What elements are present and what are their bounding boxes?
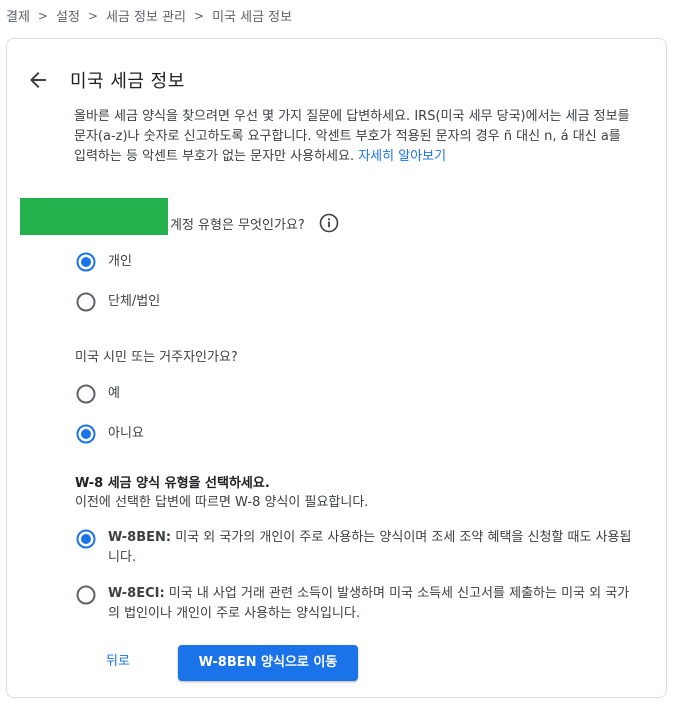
radio-label: 개인: [108, 254, 132, 269]
w8-form-subtitle: 이전에 선택한 답변에 따르면 W-8 양식이 필요합니다.: [75, 495, 369, 510]
breadcrumb-separator: >: [37, 8, 48, 23]
radio-unselected-icon[interactable]: [76, 585, 96, 605]
radio-label: 아니요: [108, 426, 144, 441]
radio-option-individual[interactable]: 개인: [76, 252, 132, 272]
breadcrumb-item-settings[interactable]: 설정: [56, 6, 80, 25]
form-code: W-8ECI:: [108, 586, 165, 601]
form-description: 미국 내 사업 거래 관련 소득이 발생하며 미국 소득세 신고서를 제출하는 …: [108, 586, 630, 621]
intro-text: 올바른 세금 양식을 찾으려면 우선 몇 가지 질문에 답변하세요. IRS(미…: [74, 107, 634, 167]
radio-selected-icon[interactable]: [76, 529, 96, 549]
breadcrumb-item-tax-info[interactable]: 세금 정보 관리: [106, 6, 186, 25]
back-button[interactable]: 뒤로: [92, 645, 144, 679]
breadcrumb-separator: >: [87, 8, 98, 23]
form-code: W-8BEN:: [108, 530, 172, 545]
radio-label: 단체/법인: [108, 294, 161, 309]
page-title: 미국 세금 정보: [70, 71, 185, 92]
account-type-question: 계정 유형은 무엇인가요?: [170, 213, 339, 233]
us-person-question: 미국 시민 또는 거주자인가요?: [75, 350, 238, 365]
radio-option-w8ben[interactable]: W-8BEN: 미국 외 국가의 개인이 주로 사용하는 양식이며 조세 조약 …: [76, 528, 636, 568]
radio-unselected-icon[interactable]: [76, 384, 96, 404]
radio-option-w8eci[interactable]: W-8ECI: 미국 내 사업 거래 관련 소득이 발생하며 미국 소득세 신고…: [76, 584, 636, 624]
intro-body: 올바른 세금 양식을 찾으려면 우선 몇 가지 질문에 답변하세요. IRS(미…: [74, 109, 630, 164]
breadcrumb: 결제 > 설정 > 세금 정보 관리 > 미국 세금 정보: [6, 6, 293, 26]
radio-option-yes[interactable]: 예: [76, 384, 120, 404]
info-icon[interactable]: [319, 213, 339, 233]
breadcrumb-item-current: 미국 세금 정보: [212, 10, 293, 25]
radio-selected-icon[interactable]: [76, 424, 96, 444]
radio-label: W-8BEN: 미국 외 국가의 개인이 주로 사용하는 양식이며 조세 조약 …: [108, 528, 636, 568]
go-to-w8ben-button[interactable]: W-8BEN 양식으로 이동: [178, 645, 358, 681]
breadcrumb-item-billing[interactable]: 결제: [6, 6, 30, 25]
arrow-back-icon[interactable]: [26, 68, 50, 92]
form-description: 미국 외 국가의 개인이 주로 사용하는 양식이며 조세 조약 혜택을 신청할 …: [108, 530, 632, 565]
w8-form-title: W-8 세금 양식 유형을 선택하세요.: [75, 476, 270, 491]
radio-option-entity[interactable]: 단체/법인: [76, 292, 160, 312]
learn-more-link[interactable]: 자세히 알아보기: [358, 149, 446, 164]
radio-selected-icon[interactable]: [76, 252, 96, 272]
account-type-question-text: 계정 유형은 무엇인가요?: [170, 217, 305, 233]
radio-unselected-icon[interactable]: [76, 292, 96, 312]
radio-label: W-8ECI: 미국 내 사업 거래 관련 소득이 발생하며 미국 소득세 신고…: [108, 584, 636, 624]
breadcrumb-separator: >: [194, 8, 205, 23]
radio-label: 예: [108, 386, 120, 401]
redacted-block: [20, 198, 168, 235]
radio-option-no[interactable]: 아니요: [76, 424, 144, 444]
